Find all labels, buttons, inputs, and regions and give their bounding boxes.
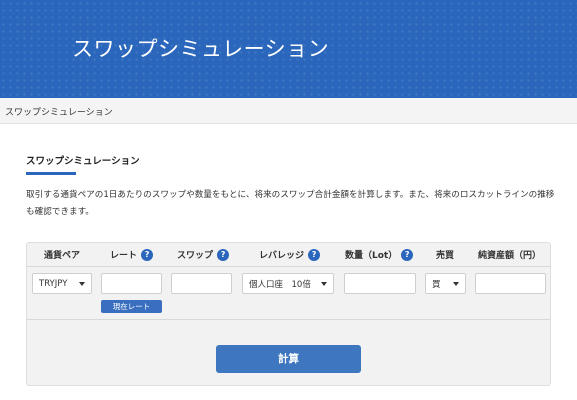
help-icon[interactable]: ? [141, 248, 154, 261]
breadcrumb: スワップシミュレーション [0, 98, 577, 124]
chevron-down-icon [79, 282, 85, 286]
rate-input[interactable] [101, 273, 162, 294]
help-icon[interactable]: ? [401, 248, 414, 261]
header-leverage: レバレッジ ? [259, 248, 321, 261]
header-pair: 通貨ペア [44, 251, 81, 261]
section-underline [26, 172, 76, 175]
section-title: スワップシミュレーション [26, 156, 140, 167]
chevron-down-icon [321, 282, 327, 286]
equity-input[interactable] [475, 273, 546, 294]
header-side: 売買 [436, 251, 455, 261]
header-quantity: 数量（Lot） ? [345, 248, 414, 261]
row-divider [27, 319, 550, 320]
help-icon[interactable]: ? [217, 248, 230, 261]
swap-input[interactable] [171, 273, 232, 294]
header-divider [27, 266, 550, 267]
header-rate: レート ? [110, 248, 154, 261]
side-select[interactable]: 買 [425, 273, 466, 294]
quantity-input[interactable] [344, 273, 416, 294]
hero-title: スワップシミュレーション [72, 37, 330, 61]
current-rate-button[interactable]: 現在レート [101, 300, 162, 313]
hero-banner: スワップシミュレーション [0, 0, 577, 98]
breadcrumb-current: スワップシミュレーション [5, 108, 113, 118]
header-swap: スワップ ? [177, 248, 230, 261]
chevron-down-icon [453, 282, 459, 286]
calculate-button[interactable]: 計算 [216, 345, 361, 373]
section-description: 取引する通貨ペアの1日あたりのスワップや数量をもとに、将来のスワップ合計金額を計… [26, 190, 555, 217]
leverage-select[interactable]: 個人口座 10倍 [242, 273, 334, 294]
header-equity: 純資産額（円） [478, 251, 542, 261]
help-icon[interactable]: ? [308, 248, 321, 261]
pair-select[interactable]: TRYJPY [32, 273, 92, 294]
